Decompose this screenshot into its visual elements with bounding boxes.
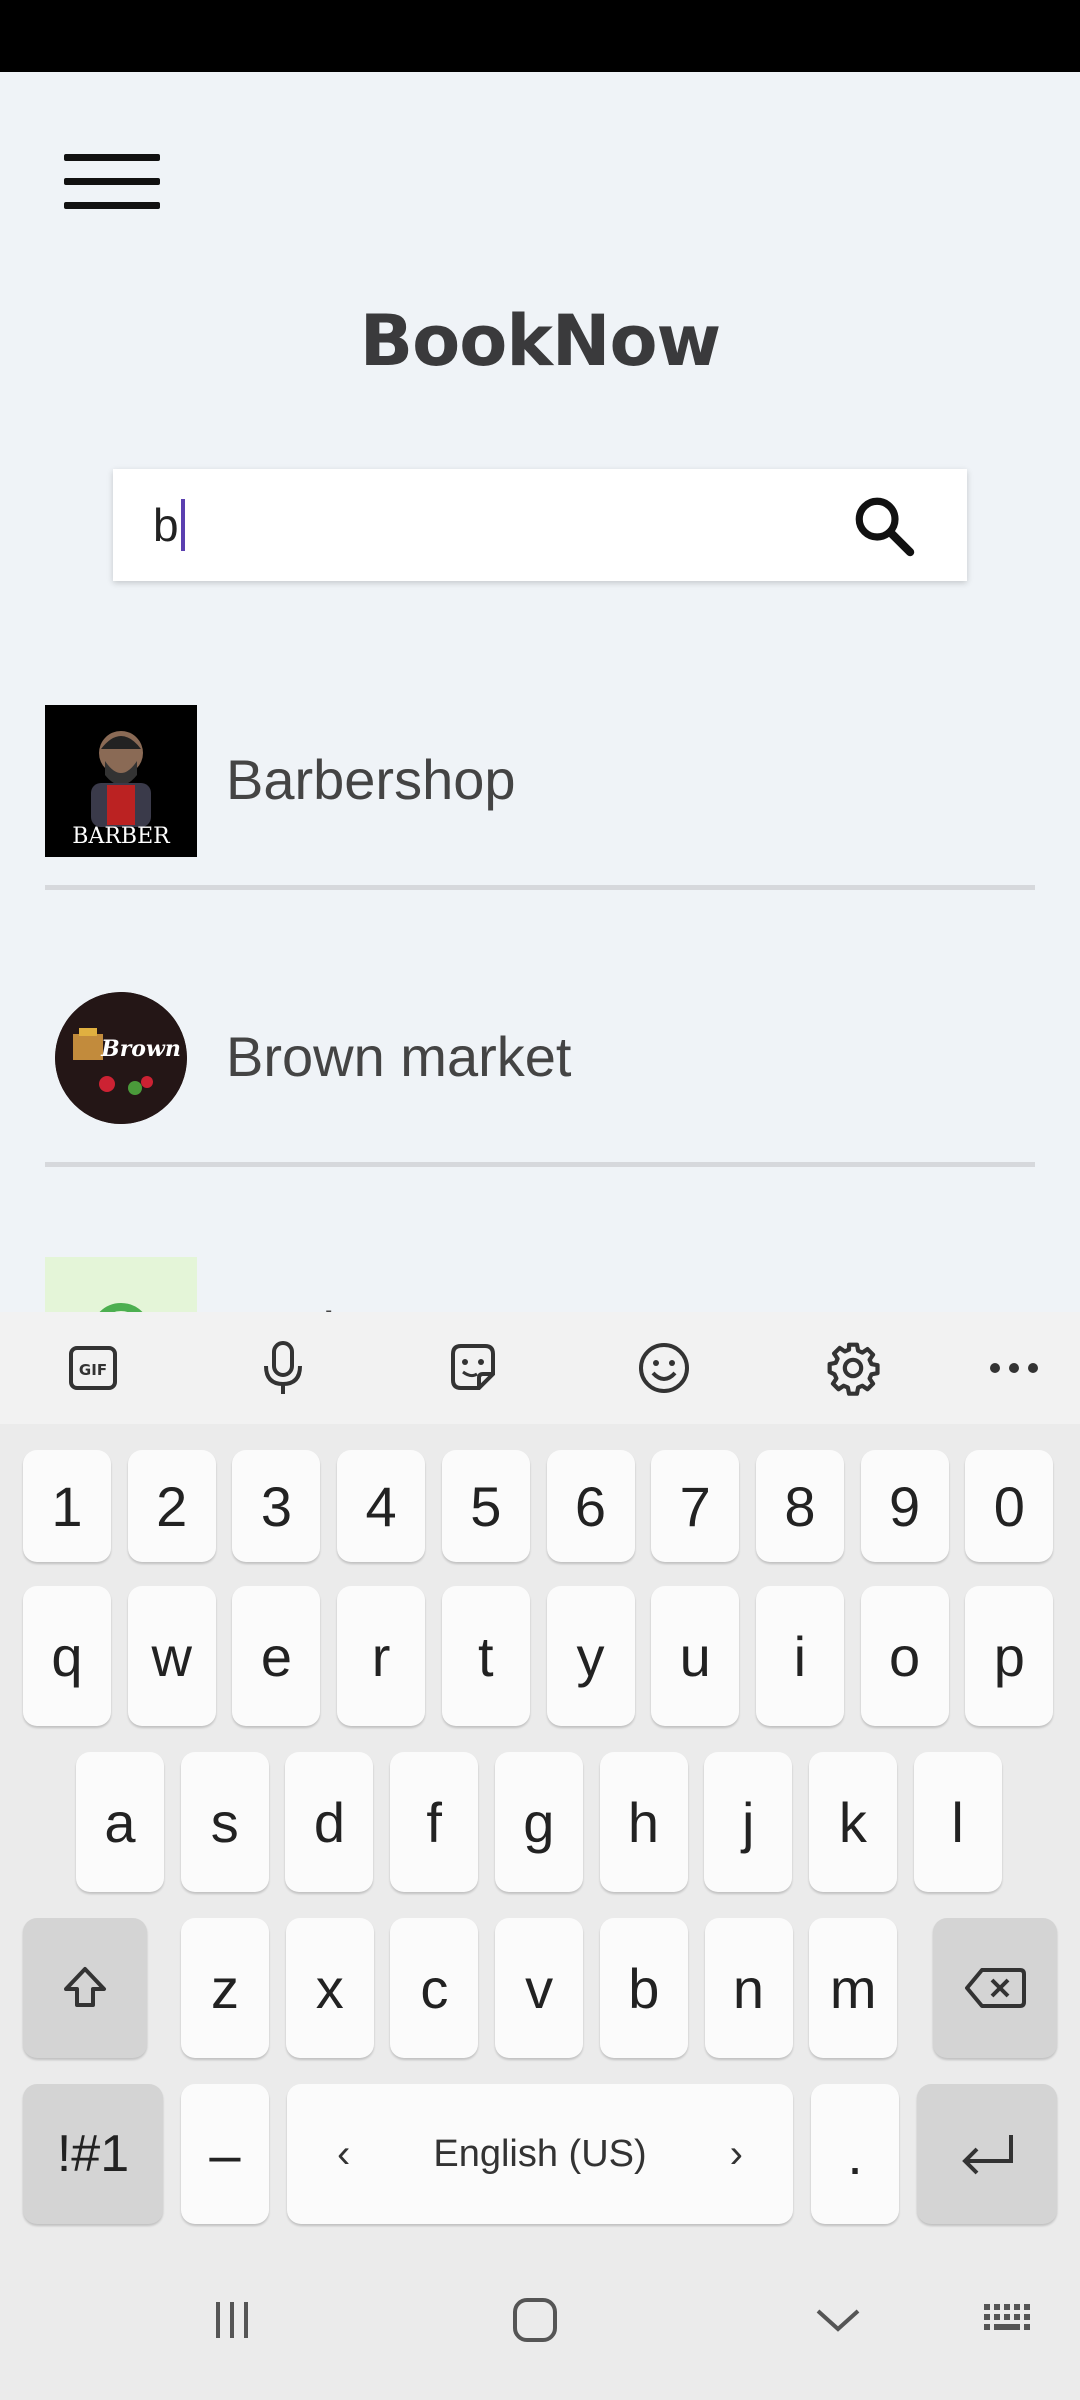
period-key[interactable]: .	[811, 2084, 899, 2224]
status-bar	[0, 0, 1080, 72]
app-title: BookNow	[359, 300, 721, 382]
key-p[interactable]: p	[965, 1586, 1054, 1726]
enter-key[interactable]	[917, 2084, 1057, 2224]
list-item-label: Barbershop	[226, 748, 516, 811]
key-b[interactable]: b	[599, 1918, 688, 2058]
key-n[interactable]: n	[704, 1918, 793, 2058]
key-a[interactable]: a	[76, 1752, 164, 1892]
search-icon[interactable]	[851, 493, 917, 559]
more-icon[interactable]	[982, 1336, 1046, 1400]
key-5[interactable]: 5	[441, 1450, 530, 1562]
brown-market-logo: Brown	[55, 992, 187, 1124]
key-4[interactable]: 4	[337, 1450, 426, 1562]
key-s[interactable]: s	[180, 1752, 269, 1892]
key-d[interactable]: d	[285, 1752, 374, 1892]
backspace-key[interactable]	[933, 1918, 1057, 2058]
dash-key[interactable]: –	[181, 2084, 269, 2224]
key-c[interactable]: c	[390, 1918, 479, 2058]
divider	[45, 885, 1035, 890]
key-w[interactable]: w	[127, 1586, 216, 1726]
key-i[interactable]: i	[755, 1586, 844, 1726]
key-2[interactable]: 2	[127, 1450, 216, 1562]
key-k[interactable]: k	[808, 1752, 897, 1892]
key-g[interactable]: g	[494, 1752, 583, 1892]
key-0[interactable]: 0	[965, 1450, 1054, 1562]
key-6[interactable]: 6	[546, 1450, 635, 1562]
key-m[interactable]: m	[809, 1918, 898, 2058]
key-f[interactable]: f	[390, 1752, 479, 1892]
keyboard-toolbar: GIF	[0, 1312, 1080, 1424]
list-item-label: Brown market	[226, 1025, 572, 1088]
key-8[interactable]: 8	[755, 1450, 844, 1562]
symbols-key[interactable]: !#1	[23, 2084, 163, 2224]
search-box[interactable]: b	[113, 469, 967, 581]
key-e[interactable]: e	[232, 1586, 321, 1726]
key-7[interactable]: 7	[651, 1450, 740, 1562]
list-item[interactable]: BARBER Barbershop	[45, 705, 1035, 895]
key-z[interactable]: z	[181, 1918, 269, 2058]
settings-icon[interactable]	[821, 1336, 885, 1400]
recent-apps-icon[interactable]	[192, 2280, 272, 2360]
space-key[interactable]: ‹ English (US) ›	[287, 2084, 793, 2224]
key-x[interactable]: x	[285, 1918, 374, 2058]
key-1[interactable]: 1	[23, 1450, 111, 1562]
key-u[interactable]: u	[651, 1586, 740, 1726]
hamburger-menu-icon[interactable]	[64, 152, 160, 212]
text-caret	[180, 499, 185, 551]
system-navigation-bar	[0, 2240, 1080, 2400]
key-o[interactable]: o	[860, 1586, 949, 1726]
shift-icon	[64, 1967, 106, 2007]
cursor-left-icon: ‹	[337, 2131, 351, 2176]
key-3[interactable]: 3	[232, 1450, 321, 1562]
key-h[interactable]: h	[599, 1752, 688, 1892]
key-v[interactable]: v	[495, 1918, 584, 2058]
divider	[45, 1162, 1035, 1167]
key-j[interactable]: j	[704, 1752, 793, 1892]
home-icon[interactable]	[495, 2280, 575, 2360]
enter-icon	[962, 2135, 1013, 2175]
shift-key[interactable]	[23, 1918, 147, 2058]
gif-icon[interactable]: GIF	[61, 1336, 125, 1400]
barbershop-logo-text: BARBER	[72, 824, 171, 849]
backspace-icon	[965, 1968, 1026, 2008]
barbershop-logo: BARBER	[45, 705, 197, 857]
hide-keyboard-icon[interactable]	[798, 2280, 878, 2360]
key-l[interactable]: l	[913, 1752, 1002, 1892]
key-t[interactable]: t	[441, 1586, 530, 1726]
brown-market-logo-text: Brown	[100, 1036, 181, 1062]
key-9[interactable]: 9	[860, 1450, 949, 1562]
key-r[interactable]: r	[337, 1586, 426, 1726]
on-screen-keyboard: GIF 1234567890 qwertyuiop asdfghjkl zxcvbnm…	[0, 1312, 1080, 2400]
search-input[interactable]: b	[153, 497, 185, 553]
key-y[interactable]: y	[546, 1586, 635, 1726]
sticker-icon[interactable]	[441, 1336, 505, 1400]
svg-text:GIF: GIF	[79, 1361, 107, 1379]
space-key-label: English (US)	[433, 2132, 647, 2175]
keyboard-switch-icon[interactable]	[970, 2280, 1050, 2360]
search-input-value: b	[153, 499, 179, 551]
microphone-icon[interactable]	[251, 1336, 315, 1400]
emoji-icon[interactable]	[632, 1336, 696, 1400]
cursor-right-icon: ›	[729, 2131, 743, 2176]
list-item[interactable]: Brown Brown market	[45, 982, 1035, 1172]
key-q[interactable]: q	[23, 1586, 111, 1726]
